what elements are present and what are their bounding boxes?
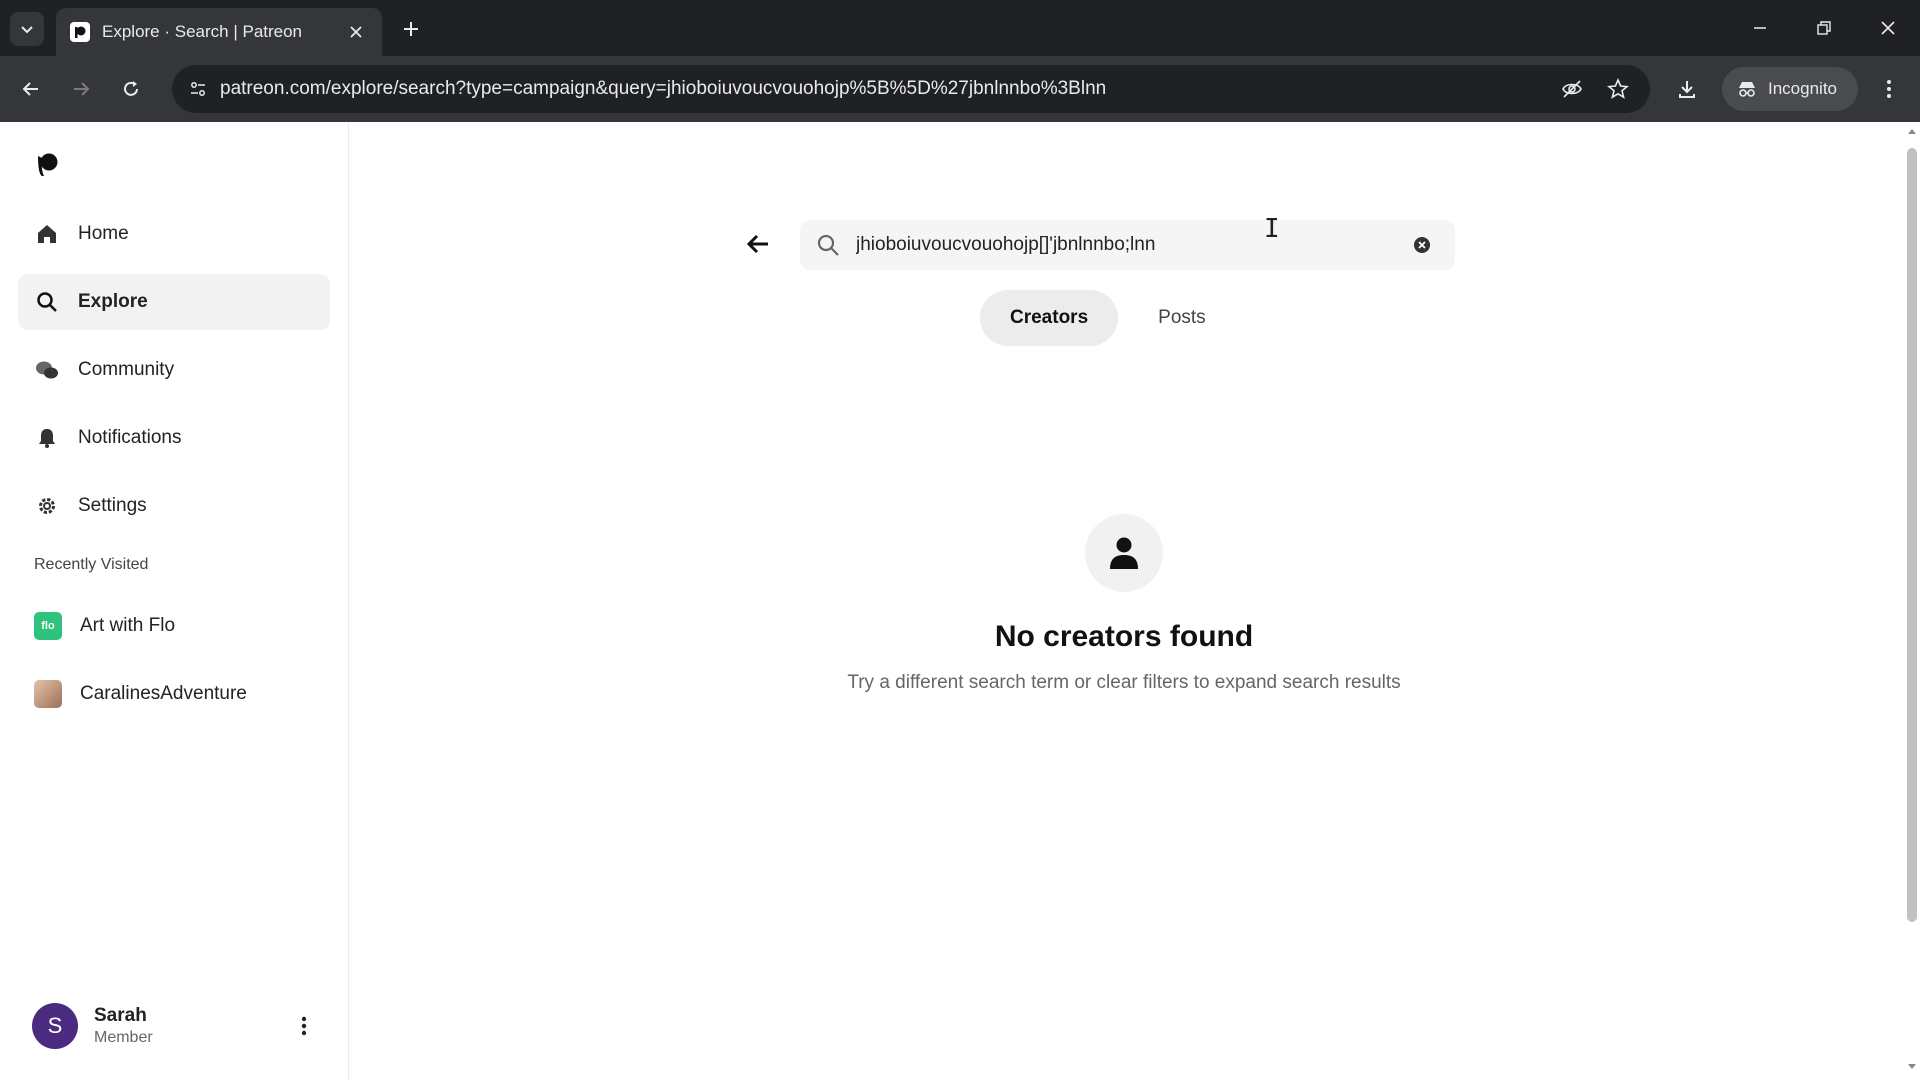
reload-button[interactable] bbox=[114, 72, 148, 106]
avatar: S bbox=[32, 1003, 78, 1049]
main-content: I Creators Posts No creators found Try a… bbox=[350, 122, 1905, 1080]
recent-item-caralinesadventure[interactable]: CaralinesAdventure bbox=[18, 666, 330, 722]
minimize-icon bbox=[1754, 27, 1766, 29]
home-icon bbox=[34, 221, 60, 247]
url-text: patreon.com/explore/search?type=campaign… bbox=[220, 78, 1107, 99]
more-vertical-icon bbox=[1887, 80, 1891, 98]
sidebar-item-label: Home bbox=[78, 223, 129, 244]
scroll-down-icon[interactable] bbox=[1907, 1062, 1917, 1072]
recent-item-label: CaralinesAdventure bbox=[80, 683, 247, 704]
browser-tabstrip: Explore · Search | Patreon bbox=[0, 0, 1920, 56]
recently-visited-heading: Recently Visited bbox=[34, 556, 149, 573]
creator-avatar: flo bbox=[34, 612, 62, 640]
plus-icon bbox=[404, 22, 418, 36]
creator-avatar bbox=[34, 680, 62, 708]
chevron-down-icon bbox=[21, 26, 33, 34]
empty-state-description: Try a different search term or clear fil… bbox=[847, 672, 1401, 693]
browser-tab-active[interactable]: Explore · Search | Patreon bbox=[56, 8, 382, 56]
incognito-icon bbox=[1739, 82, 1755, 97]
tab-posts[interactable]: Posts bbox=[1128, 290, 1236, 346]
close-tab-icon[interactable] bbox=[344, 20, 368, 44]
patreon-favicon-icon bbox=[70, 22, 90, 42]
reload-icon bbox=[124, 81, 138, 96]
back-arrow-button[interactable] bbox=[738, 224, 778, 264]
sidebar-item-settings[interactable]: Settings bbox=[18, 478, 330, 534]
forward-button[interactable] bbox=[64, 72, 98, 106]
close-icon bbox=[1881, 21, 1895, 35]
search-box bbox=[800, 220, 1455, 270]
address-bar[interactable]: patreon.com/explore/search?type=campaign… bbox=[172, 65, 1650, 113]
scrollbar-thumb[interactable] bbox=[1907, 148, 1917, 922]
tab-title: Explore · Search | Patreon bbox=[102, 22, 303, 41]
creator-badge-text: flo bbox=[41, 620, 55, 632]
arrow-left-icon bbox=[22, 82, 38, 96]
user-profile[interactable]: S Sarah Member bbox=[32, 998, 332, 1054]
restore-icon bbox=[1817, 21, 1831, 35]
search-icon bbox=[814, 231, 842, 259]
bell-icon bbox=[34, 425, 60, 451]
back-button[interactable] bbox=[14, 72, 48, 106]
sidebar-item-label: Explore bbox=[78, 291, 148, 312]
eye-off-icon[interactable] bbox=[1556, 73, 1588, 105]
profile-menu-button[interactable] bbox=[288, 1010, 320, 1042]
text-cursor-icon: I bbox=[1264, 214, 1280, 244]
gear-icon bbox=[34, 493, 60, 519]
restore-window-button[interactable] bbox=[1802, 10, 1846, 46]
clear-icon bbox=[1414, 237, 1430, 253]
new-tab-button[interactable] bbox=[396, 14, 426, 44]
downloads-button[interactable] bbox=[1670, 72, 1704, 106]
scroll-up-icon[interactable] bbox=[1907, 126, 1917, 136]
tab-search-button[interactable] bbox=[10, 12, 44, 46]
person-icon bbox=[1085, 514, 1163, 592]
empty-state-title: No creators found bbox=[994, 620, 1254, 653]
search-icon bbox=[34, 289, 60, 315]
recent-item-label: Art with Flo bbox=[80, 615, 176, 636]
profile-role: Member bbox=[94, 1029, 153, 1046]
sidebar-item-label: Settings bbox=[78, 495, 147, 516]
profile-name: Sarah bbox=[94, 1005, 147, 1026]
page: Home Explore Community Notifications Set bbox=[0, 122, 1920, 1080]
sidebar-item-community[interactable]: Community bbox=[18, 342, 330, 398]
more-vertical-icon bbox=[301, 1016, 307, 1036]
sidebar-item-label: Notifications bbox=[78, 427, 182, 448]
site-info-icon[interactable] bbox=[182, 73, 214, 105]
page-scrollbar[interactable] bbox=[1904, 122, 1920, 1080]
sidebar-item-notifications[interactable]: Notifications bbox=[18, 410, 330, 466]
chat-bubbles-icon bbox=[34, 357, 60, 383]
patreon-logo-icon[interactable] bbox=[34, 152, 60, 178]
bookmark-star-icon[interactable] bbox=[1602, 73, 1634, 105]
sidebar-item-home[interactable]: Home bbox=[18, 206, 330, 262]
sidebar: Home Explore Community Notifications Set bbox=[0, 122, 349, 1080]
browser-menu-button[interactable] bbox=[1872, 72, 1906, 106]
clear-search-button[interactable] bbox=[1410, 233, 1434, 257]
close-window-button[interactable] bbox=[1866, 10, 1910, 46]
sidebar-item-explore[interactable]: Explore bbox=[18, 274, 330, 330]
arrow-right-icon bbox=[74, 82, 90, 96]
search-type-tabs: Creators Posts bbox=[980, 290, 1246, 348]
browser-toolbar: patreon.com/explore/search?type=campaign… bbox=[0, 56, 1920, 122]
incognito-label: Incognito bbox=[1768, 79, 1837, 98]
recent-item-art-with-flo[interactable]: flo Art with Flo bbox=[18, 598, 330, 654]
download-icon bbox=[1679, 81, 1695, 98]
arrow-left-icon bbox=[746, 234, 768, 254]
incognito-badge[interactable]: Incognito bbox=[1722, 67, 1858, 111]
minimize-window-button[interactable] bbox=[1738, 10, 1782, 46]
search-input[interactable] bbox=[856, 228, 1396, 262]
tab-creators[interactable]: Creators bbox=[980, 290, 1119, 346]
sidebar-item-label: Community bbox=[78, 359, 175, 380]
